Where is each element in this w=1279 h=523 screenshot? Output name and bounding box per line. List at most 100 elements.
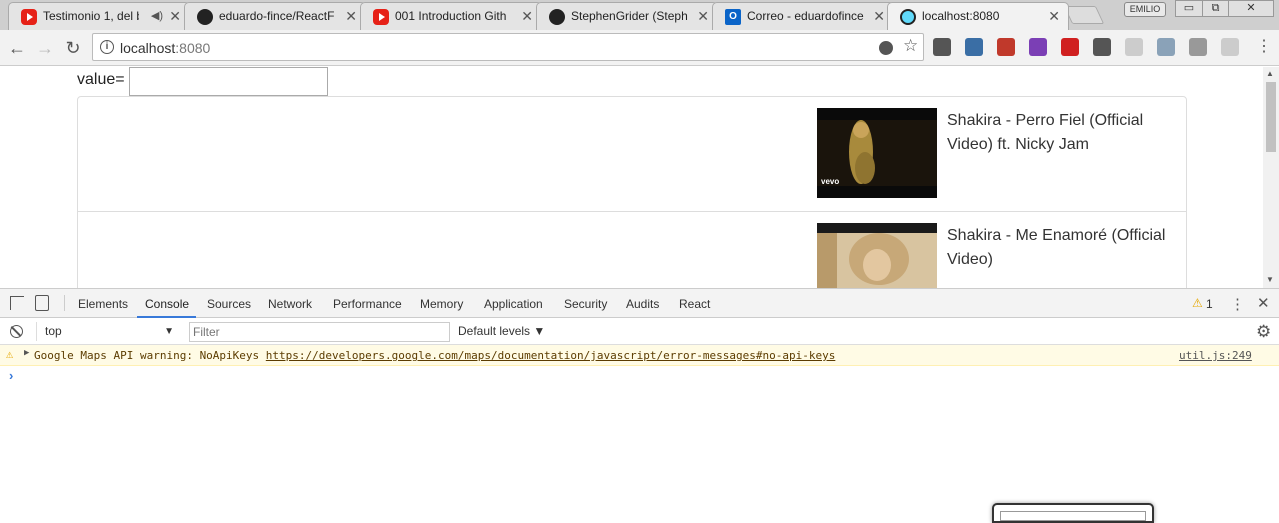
log-levels-dropdown[interactable]: Default levels ▼ <box>458 324 545 338</box>
tab-elements[interactable]: Elements <box>78 297 128 311</box>
close-tab-icon[interactable]: ✕ <box>521 8 533 25</box>
back-arrow-icon[interactable]: ← <box>5 36 29 60</box>
console-filter-input[interactable] <box>189 322 450 342</box>
devtools-panel: Elements Console Sources Network Perform… <box>0 288 1279 518</box>
youtube-icon <box>373 9 389 25</box>
extension-icon[interactable] <box>1029 38 1047 56</box>
extension-icon[interactable] <box>997 38 1015 56</box>
divider <box>64 295 65 311</box>
tab-sources[interactable]: Sources <box>207 297 251 311</box>
scroll-thumb[interactable] <box>1266 82 1276 152</box>
video-title[interactable]: Shakira - Me Enamoré (Official Video) <box>947 224 1182 272</box>
extension-icon[interactable] <box>965 38 983 56</box>
close-tab-icon[interactable]: ✕ <box>697 8 709 25</box>
site-info-icon[interactable]: i <box>100 40 114 54</box>
tab-title: Testimonio 1, del b <box>43 9 139 23</box>
video-list-item[interactable]: Shakira - Me Enamoré (Official Video) <box>78 212 1186 288</box>
warning-icon: ⚠ <box>6 347 14 361</box>
extension-icon[interactable] <box>1125 38 1143 56</box>
browser-tab-youtube-introduction[interactable]: 001 Introduction Gith ✕ <box>360 2 542 30</box>
browser-toolbar: ← → ↻ i localhost:8080 ☆ ⋮ <box>0 30 1279 66</box>
bookmark-star-icon[interactable]: ☆ <box>903 36 918 56</box>
warning-text: Google Maps API warning: NoApiKeys https… <box>34 349 836 362</box>
browser-tab-strip: Testimonio 1, del b ◀) ✕ eduardo-fince/R… <box>0 0 1279 30</box>
close-tab-icon[interactable]: ✕ <box>345 8 357 25</box>
tab-title: StephenGrider (Steph <box>571 9 688 23</box>
extension-icon[interactable] <box>1093 38 1111 56</box>
close-tab-icon[interactable]: ✕ <box>1048 8 1060 25</box>
thumbnail-image: vevo <box>817 108 937 198</box>
tab-react[interactable]: React <box>679 297 710 311</box>
github-icon <box>549 9 565 25</box>
video-list-item[interactable]: vevo Shakira - Perro Fiel (Official Vide… <box>78 97 1186 212</box>
address-bar[interactable]: i localhost:8080 ☆ <box>92 33 924 61</box>
reload-icon[interactable]: ↻ <box>61 36 85 60</box>
minimize-icon[interactable]: ▭ <box>1175 0 1203 17</box>
tab-security[interactable]: Security <box>564 297 607 311</box>
video-thumbnail[interactable] <box>817 223 937 288</box>
github-icon <box>197 9 213 25</box>
console-filter-bar: top ▼ Default levels ▼ ⚙ <box>0 318 1279 345</box>
profile-button[interactable]: EMILIO <box>1124 2 1166 17</box>
browser-tab-youtube-testimonio[interactable]: Testimonio 1, del b ◀) ✕ <box>8 2 190 30</box>
extension-icon[interactable] <box>1221 38 1239 56</box>
browser-tab-localhost[interactable]: localhost:8080 ✕ <box>887 2 1069 30</box>
video-title[interactable]: Shakira - Perro Fiel (Official Video) ft… <box>947 109 1182 157</box>
close-tab-icon[interactable]: ✕ <box>169 8 181 25</box>
extension-icon[interactable] <box>1061 38 1079 56</box>
tab-application[interactable]: Application <box>484 297 543 311</box>
inspect-element-icon[interactable] <box>10 296 24 310</box>
warning-count[interactable]: 1 <box>1206 297 1213 311</box>
tab-title: eduardo-fince/ReactF <box>219 9 335 23</box>
extension-icon[interactable] <box>1157 38 1175 56</box>
scroll-up-icon[interactable]: ▲ <box>1266 69 1274 78</box>
outlook-icon: O <box>725 9 741 25</box>
browser-menu-icon[interactable]: ⋮ <box>1256 38 1272 56</box>
video-thumbnail[interactable]: vevo <box>817 108 937 198</box>
search-input[interactable] <box>129 67 328 96</box>
expand-arrow-icon[interactable]: ▶ <box>24 348 29 358</box>
restore-icon[interactable]: ⧉ <box>1202 0 1229 17</box>
page-viewport: value= vevo Shakira - Perro Fiel (Offici… <box>0 67 1263 288</box>
tab-title: Correo - eduardofince <box>747 9 864 23</box>
extension-icon[interactable] <box>933 38 951 56</box>
device-toolbar-icon[interactable] <box>35 295 49 311</box>
scroll-down-icon[interactable]: ▼ <box>1266 275 1274 284</box>
url-text: localhost:8080 <box>120 40 211 56</box>
close-window-icon[interactable]: ✕ <box>1228 0 1274 17</box>
page-scrollbar[interactable]: ▲ ▼ <box>1263 67 1279 288</box>
tab-network[interactable]: Network <box>268 297 312 311</box>
warning-link[interactable]: https://developers.google.com/maps/docum… <box>266 349 836 362</box>
tab-performance[interactable]: Performance <box>333 297 402 311</box>
tab-audits[interactable]: Audits <box>626 297 659 311</box>
warning-count-icon[interactable]: ⚠ <box>1192 296 1203 310</box>
tab-title: 001 Introduction Gith <box>395 9 507 23</box>
devtools-menu-icon[interactable]: ⋮ <box>1230 295 1245 313</box>
close-devtools-icon[interactable]: ✕ <box>1257 294 1270 312</box>
devtools-tab-bar: Elements Console Sources Network Perform… <box>0 289 1279 318</box>
blocked-content-icon[interactable] <box>879 41 893 55</box>
chevron-down-icon: ▼ <box>164 326 174 337</box>
clear-console-icon[interactable] <box>10 325 23 338</box>
console-prompt[interactable]: › <box>9 368 13 383</box>
speaker-icon[interactable]: ◀) <box>151 9 163 22</box>
youtube-icon <box>21 9 37 25</box>
forward-arrow-icon[interactable]: → <box>33 36 57 60</box>
react-icon <box>900 9 916 25</box>
close-tab-icon[interactable]: ✕ <box>873 8 885 25</box>
gear-icon[interactable]: ⚙ <box>1256 322 1271 342</box>
browser-tab-outlook-correo[interactable]: O Correo - eduardofince ✕ <box>712 2 894 30</box>
source-link[interactable]: util.js:249 <box>1179 349 1252 362</box>
tab-console[interactable]: Console <box>145 297 189 311</box>
context-selector[interactable]: top ▼ <box>36 322 178 341</box>
floating-window-content <box>1000 511 1146 521</box>
browser-tab-github-stephengrider[interactable]: StephenGrider (Steph ✕ <box>536 2 718 30</box>
new-tab-button[interactable] <box>1063 6 1105 24</box>
tab-title: localhost:8080 <box>922 9 1000 23</box>
context-value: top <box>45 324 62 338</box>
video-list: vevo Shakira - Perro Fiel (Official Vide… <box>77 96 1187 288</box>
tab-memory[interactable]: Memory <box>420 297 463 311</box>
floating-window[interactable] <box>992 503 1154 523</box>
browser-tab-github-reactf[interactable]: eduardo-fince/ReactF ✕ <box>184 2 366 30</box>
extension-icon[interactable] <box>1189 38 1207 56</box>
